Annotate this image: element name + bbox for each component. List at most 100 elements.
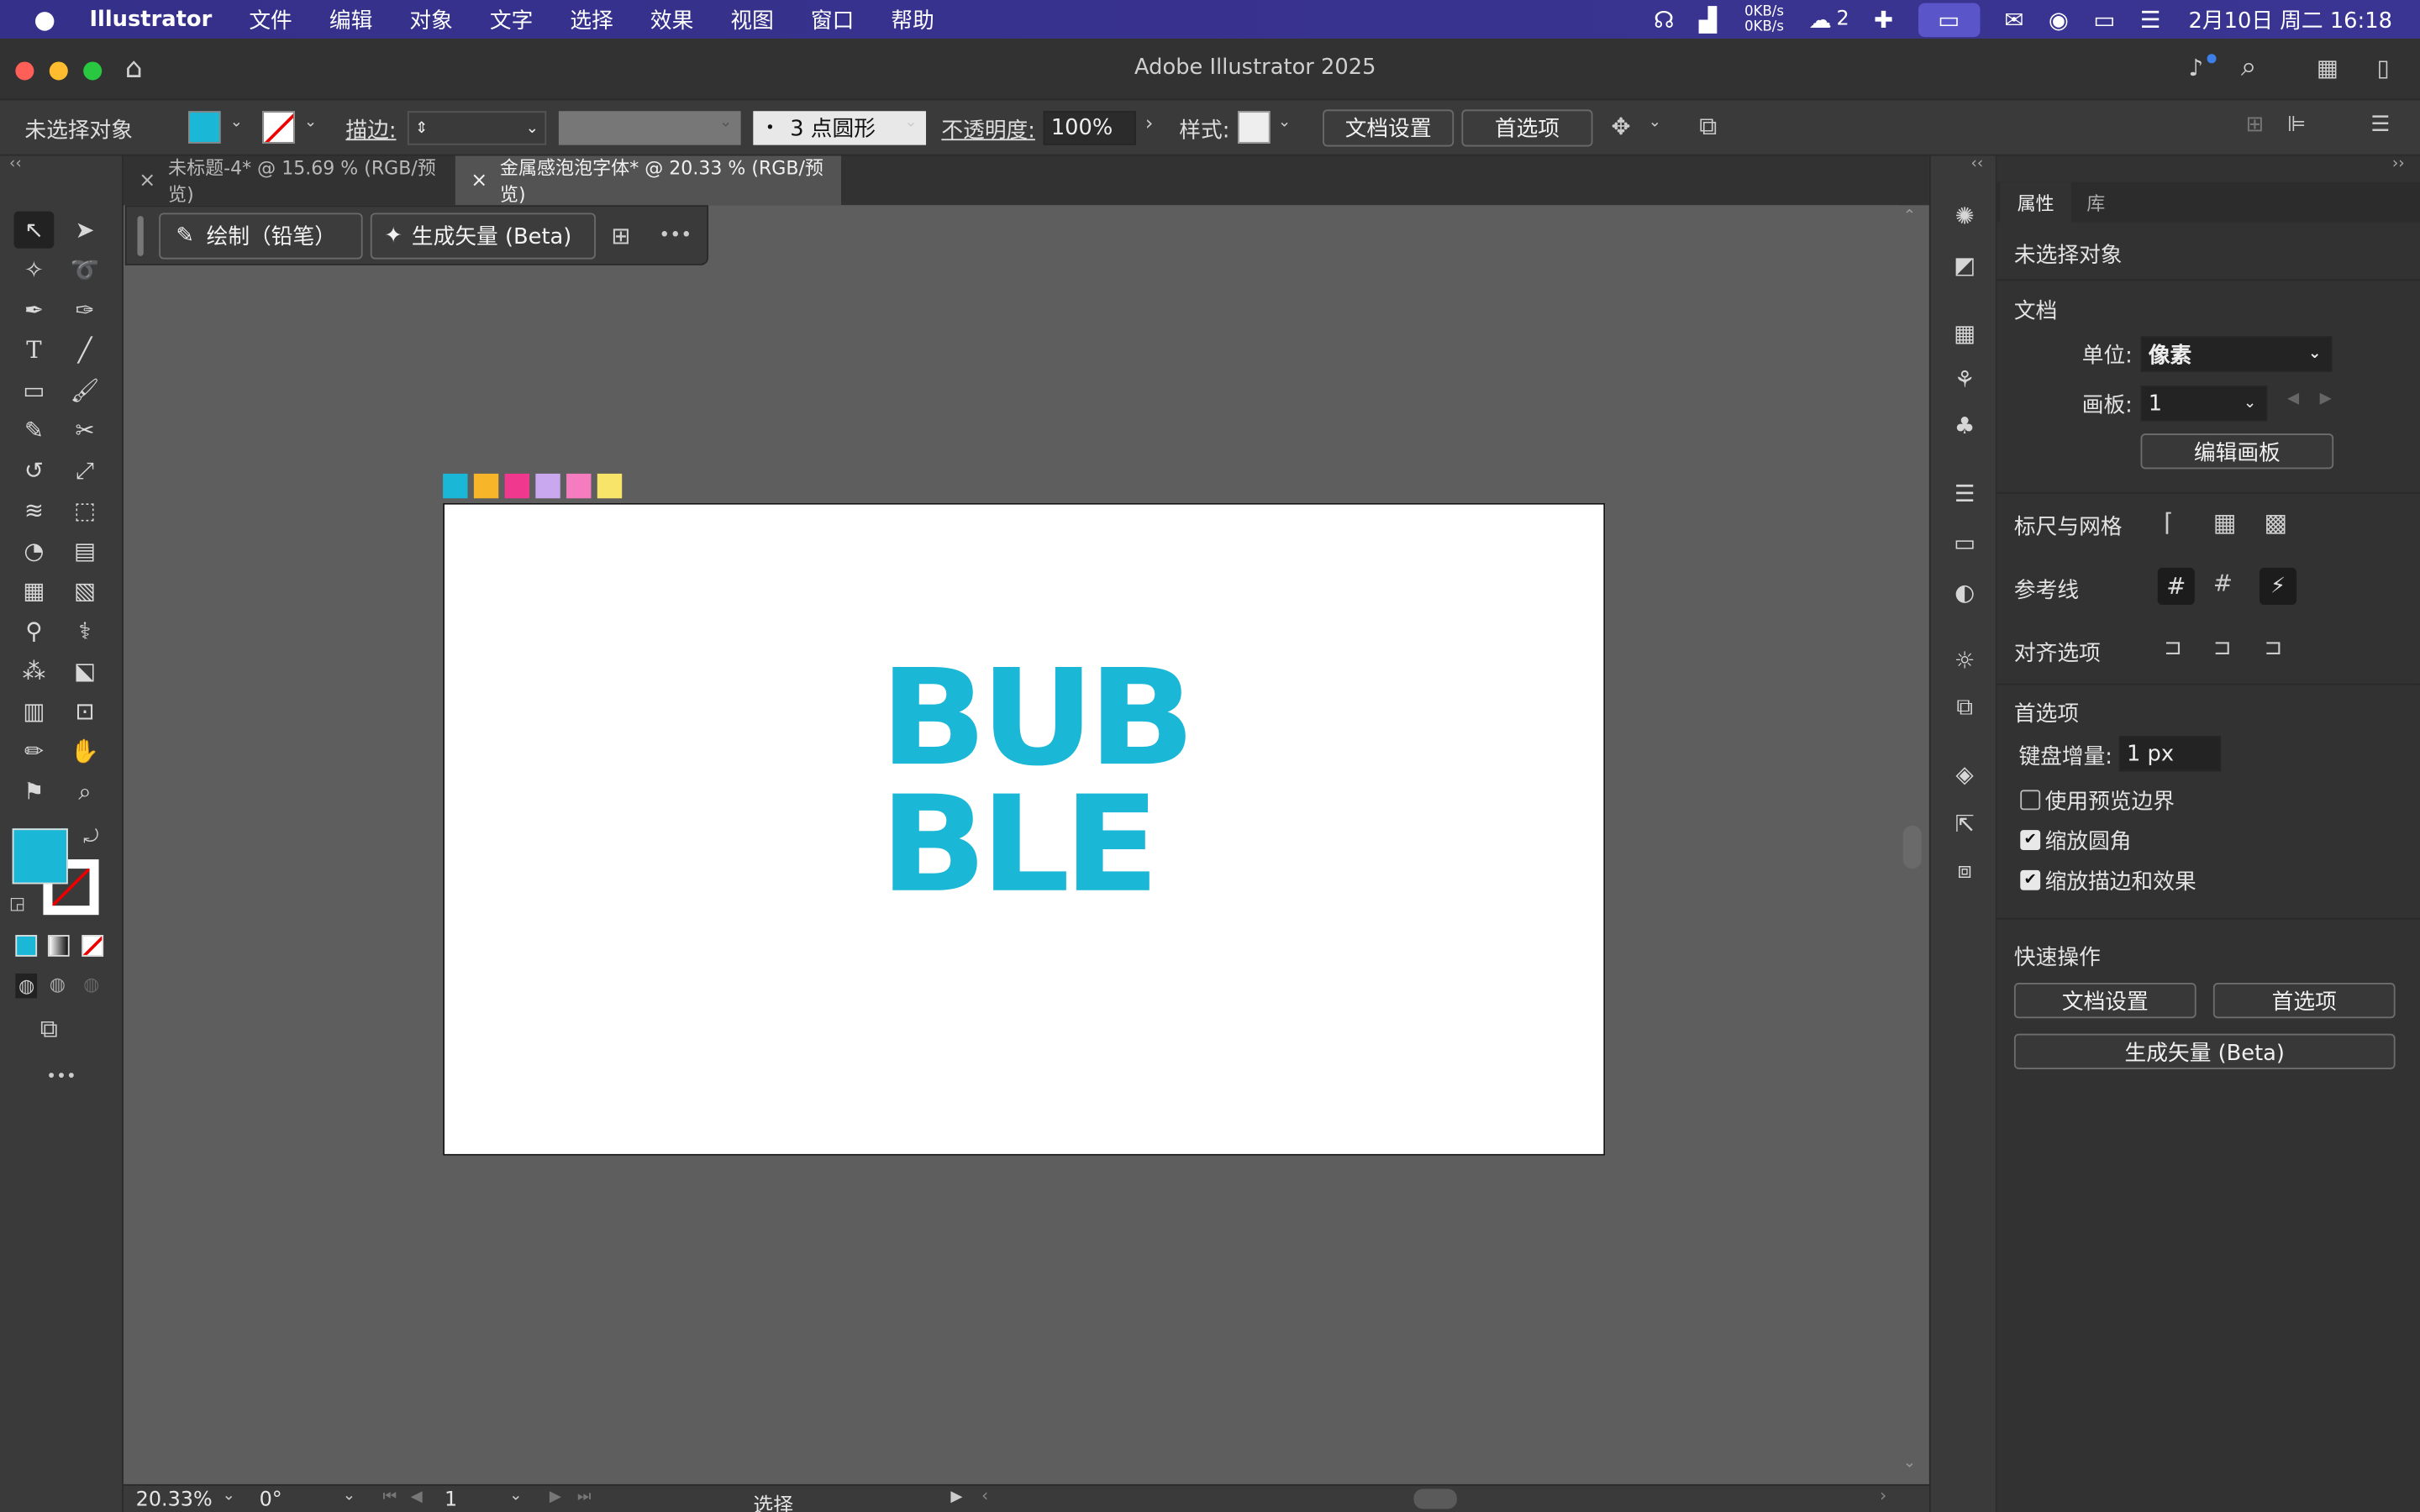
layers-icon[interactable]: ◈ <box>1946 758 1983 791</box>
qa-preferences-button[interactable]: 首选项 <box>2212 982 2396 1019</box>
hand-tool-icon[interactable]: ✋ <box>65 732 105 769</box>
search-icon[interactable]: ⌕ <box>2241 51 2257 84</box>
stroke-icon[interactable]: ☰ <box>1946 477 1983 511</box>
task-bar-grip[interactable] <box>137 216 144 256</box>
fill-dropdown-icon[interactable]: ⌄ <box>230 114 243 131</box>
puppet-tool-icon[interactable]: ⚑ <box>14 773 55 810</box>
smart-guides-icon[interactable]: ⚡ <box>2259 567 2297 605</box>
tab-untitled-4[interactable]: × 未标题-4* @ 15.69 % (RGB/预览) <box>124 156 455 205</box>
image-generate-icon[interactable]: ⊞ <box>611 222 630 249</box>
stroke-swatch[interactable] <box>262 111 295 144</box>
opacity-arrow-icon[interactable]: › <box>1145 113 1154 136</box>
menu-window[interactable]: 窗口 <box>811 4 854 35</box>
image-trace-tool-icon[interactable]: ⬕ <box>65 653 105 690</box>
status-tool[interactable]: 选择 <box>753 1488 793 1512</box>
show-guides-icon[interactable]: # <box>2157 567 2195 605</box>
tab-properties[interactable]: 属性 <box>2000 181 2071 223</box>
workspace-icon[interactable]: ▦ <box>2317 54 2338 81</box>
rotate-tool-icon[interactable]: ↺ <box>14 452 55 489</box>
transparency-icon[interactable]: ◐ <box>1946 575 1983 609</box>
lock-guides-icon[interactable]: # <box>2213 570 2233 597</box>
menu-edit[interactable]: 编辑 <box>329 4 372 35</box>
menu-type[interactable]: 文字 <box>490 4 533 35</box>
selection-tool-icon[interactable]: ↖ <box>13 211 55 249</box>
canvas-area[interactable]: ✎ 绘制（铅笔） ✦ 生成矢量 (Beta) ⊞ ••• BUB BLE ⌃ ⌄ <box>124 205 1922 1486</box>
draw-behind-icon[interactable]: ◍ <box>50 974 66 995</box>
symbols-icon[interactable]: ♣ <box>1946 409 1983 443</box>
rotate-dropdown-icon[interactable]: ⌄ <box>343 1488 355 1504</box>
stroke-weight-field[interactable]: ⇕ ⌄ <box>407 111 547 145</box>
qa-generate-vector-button[interactable]: 生成矢量 (Beta) <box>2013 1033 2396 1069</box>
menu-object[interactable]: 对象 <box>409 4 452 35</box>
perspective-grid-tool-icon[interactable]: ▤ <box>65 533 105 570</box>
grid-app-icon[interactable]: ✚ <box>1874 0 1893 39</box>
first-artboard-icon[interactable]: ⏮ <box>383 1488 397 1505</box>
menu-file[interactable]: 文件 <box>249 4 292 35</box>
scroll-down-icon[interactable]: ⌄ <box>1903 1455 1916 1472</box>
artboard-dropdown-icon[interactable]: ⌄ <box>509 1488 522 1504</box>
free-transform-tool-icon[interactable]: ⬚ <box>65 492 105 529</box>
screen-mirror-icon[interactable]: ▭ <box>1918 2 1981 37</box>
rulers-icon[interactable]: ⌈ <box>2164 507 2173 537</box>
prev-artboard-icon[interactable]: ◀ <box>411 1488 423 1505</box>
warp-tool-icon[interactable]: ≋ <box>14 492 55 529</box>
rectangle-tool-icon[interactable]: ▭ <box>14 372 55 409</box>
artboard-number[interactable]: 1 <box>445 1488 457 1512</box>
variable-width-dropdown-icon[interactable]: ⌄ <box>719 114 732 131</box>
magic-wand-tool-icon[interactable]: ✧ <box>14 251 55 288</box>
shaper-tool-icon[interactable]: ✎ <box>14 412 55 449</box>
scale-strokes-checkbox[interactable]: ✔ <box>2020 869 2041 890</box>
next-artboard-icon[interactable]: ▶ <box>550 1488 561 1505</box>
rotate-view[interactable]: 0° <box>260 1488 282 1512</box>
swatches-icon[interactable]: ▦ <box>1946 317 1983 350</box>
brush-field[interactable]: • 3 点圆形 <box>753 111 927 145</box>
headphones-icon[interactable]: ☊ <box>1654 0 1674 39</box>
transparency-grid-icon[interactable]: ▩ <box>2264 507 2287 537</box>
clock[interactable]: 2月10日 周二 16:18 <box>2189 4 2392 35</box>
more-icon[interactable]: ••• <box>659 223 692 245</box>
bubble-lettering[interactable]: BUB BLE <box>880 653 1234 918</box>
qa-doc-setup-button[interactable]: 文档设置 <box>2013 982 2196 1019</box>
draw-inside-icon[interactable]: ◍ <box>83 974 99 995</box>
scroll-left-icon[interactable]: ‹ <box>981 1486 988 1506</box>
app-menu[interactable]: Illustrator <box>89 7 212 31</box>
close-window-button[interactable] <box>15 61 34 81</box>
stroke-stepper-icon[interactable]: ⇕ <box>415 119 428 136</box>
menu-view[interactable]: 视图 <box>730 4 773 35</box>
next-artboard-icon[interactable]: ▶ <box>2320 391 2332 407</box>
brush-dropdown-icon[interactable]: ⌄ <box>904 114 917 131</box>
swatch-yellow[interactable] <box>597 473 623 499</box>
style-swatch[interactable] <box>1238 111 1270 144</box>
wechat-icon[interactable]: ✉ <box>2004 0 2023 39</box>
more-options-icon[interactable]: ☰ <box>2370 113 2390 137</box>
scroll-up-icon[interactable]: ⌃ <box>1903 208 1916 225</box>
cat-app-icon[interactable]: ▟ <box>1699 0 1717 39</box>
paintbrush-tool-icon[interactable]: 🖌 <box>65 372 105 409</box>
zoom-level[interactable]: 20.33% <box>136 1488 213 1512</box>
tab-metal-bubble-font[interactable]: × 金属感泡泡字体* @ 20.33 % (RGB/预览) <box>455 155 842 206</box>
symbol-sprayer-tool-icon[interactable]: ⁂ <box>14 653 55 690</box>
menu-help[interactable]: 帮助 <box>891 4 934 35</box>
default-fill-stroke-icon[interactable]: ◲ <box>9 893 25 913</box>
swatch-orange[interactable] <box>473 473 499 499</box>
opacity-field[interactable]: 100% <box>1043 111 1136 145</box>
collapse-rail-icon[interactable]: ‹‹ <box>1971 156 1984 173</box>
bell-icon[interactable]: ♪ <box>2188 54 2203 81</box>
graphic-styles-icon[interactable]: ⧉ <box>1946 690 1983 723</box>
collapse-toolbar-icon[interactable]: ‹‹ <box>9 156 22 173</box>
brushes-icon[interactable]: ⚘ <box>1946 363 1983 396</box>
align-grid-icon[interactable]: ⊞ <box>2245 113 2264 137</box>
color-mode-icon[interactable] <box>15 935 38 957</box>
doc-setup-button[interactable]: 文档设置 <box>1323 109 1455 147</box>
zoom-tool-icon[interactable]: ⌕ <box>65 773 105 810</box>
control-center-icon[interactable]: ☰ <box>2140 0 2161 39</box>
align-to-shapes-icon[interactable]: ⊐ <box>2264 636 2282 660</box>
stroke-dropdown-icon[interactable]: ⌄ <box>304 114 317 131</box>
swatch-pink[interactable] <box>566 473 592 499</box>
column-graph-tool-icon[interactable]: ▥ <box>14 693 55 730</box>
tab-libraries[interactable]: 库 <box>2071 182 2121 223</box>
vertical-scrollbar-thumb[interactable] <box>1902 825 1922 869</box>
swatch-lavender[interactable] <box>535 473 560 499</box>
preferences-button[interactable]: 首选项 <box>1461 109 1593 147</box>
draw-normal-icon[interactable]: ◍ <box>15 973 38 999</box>
